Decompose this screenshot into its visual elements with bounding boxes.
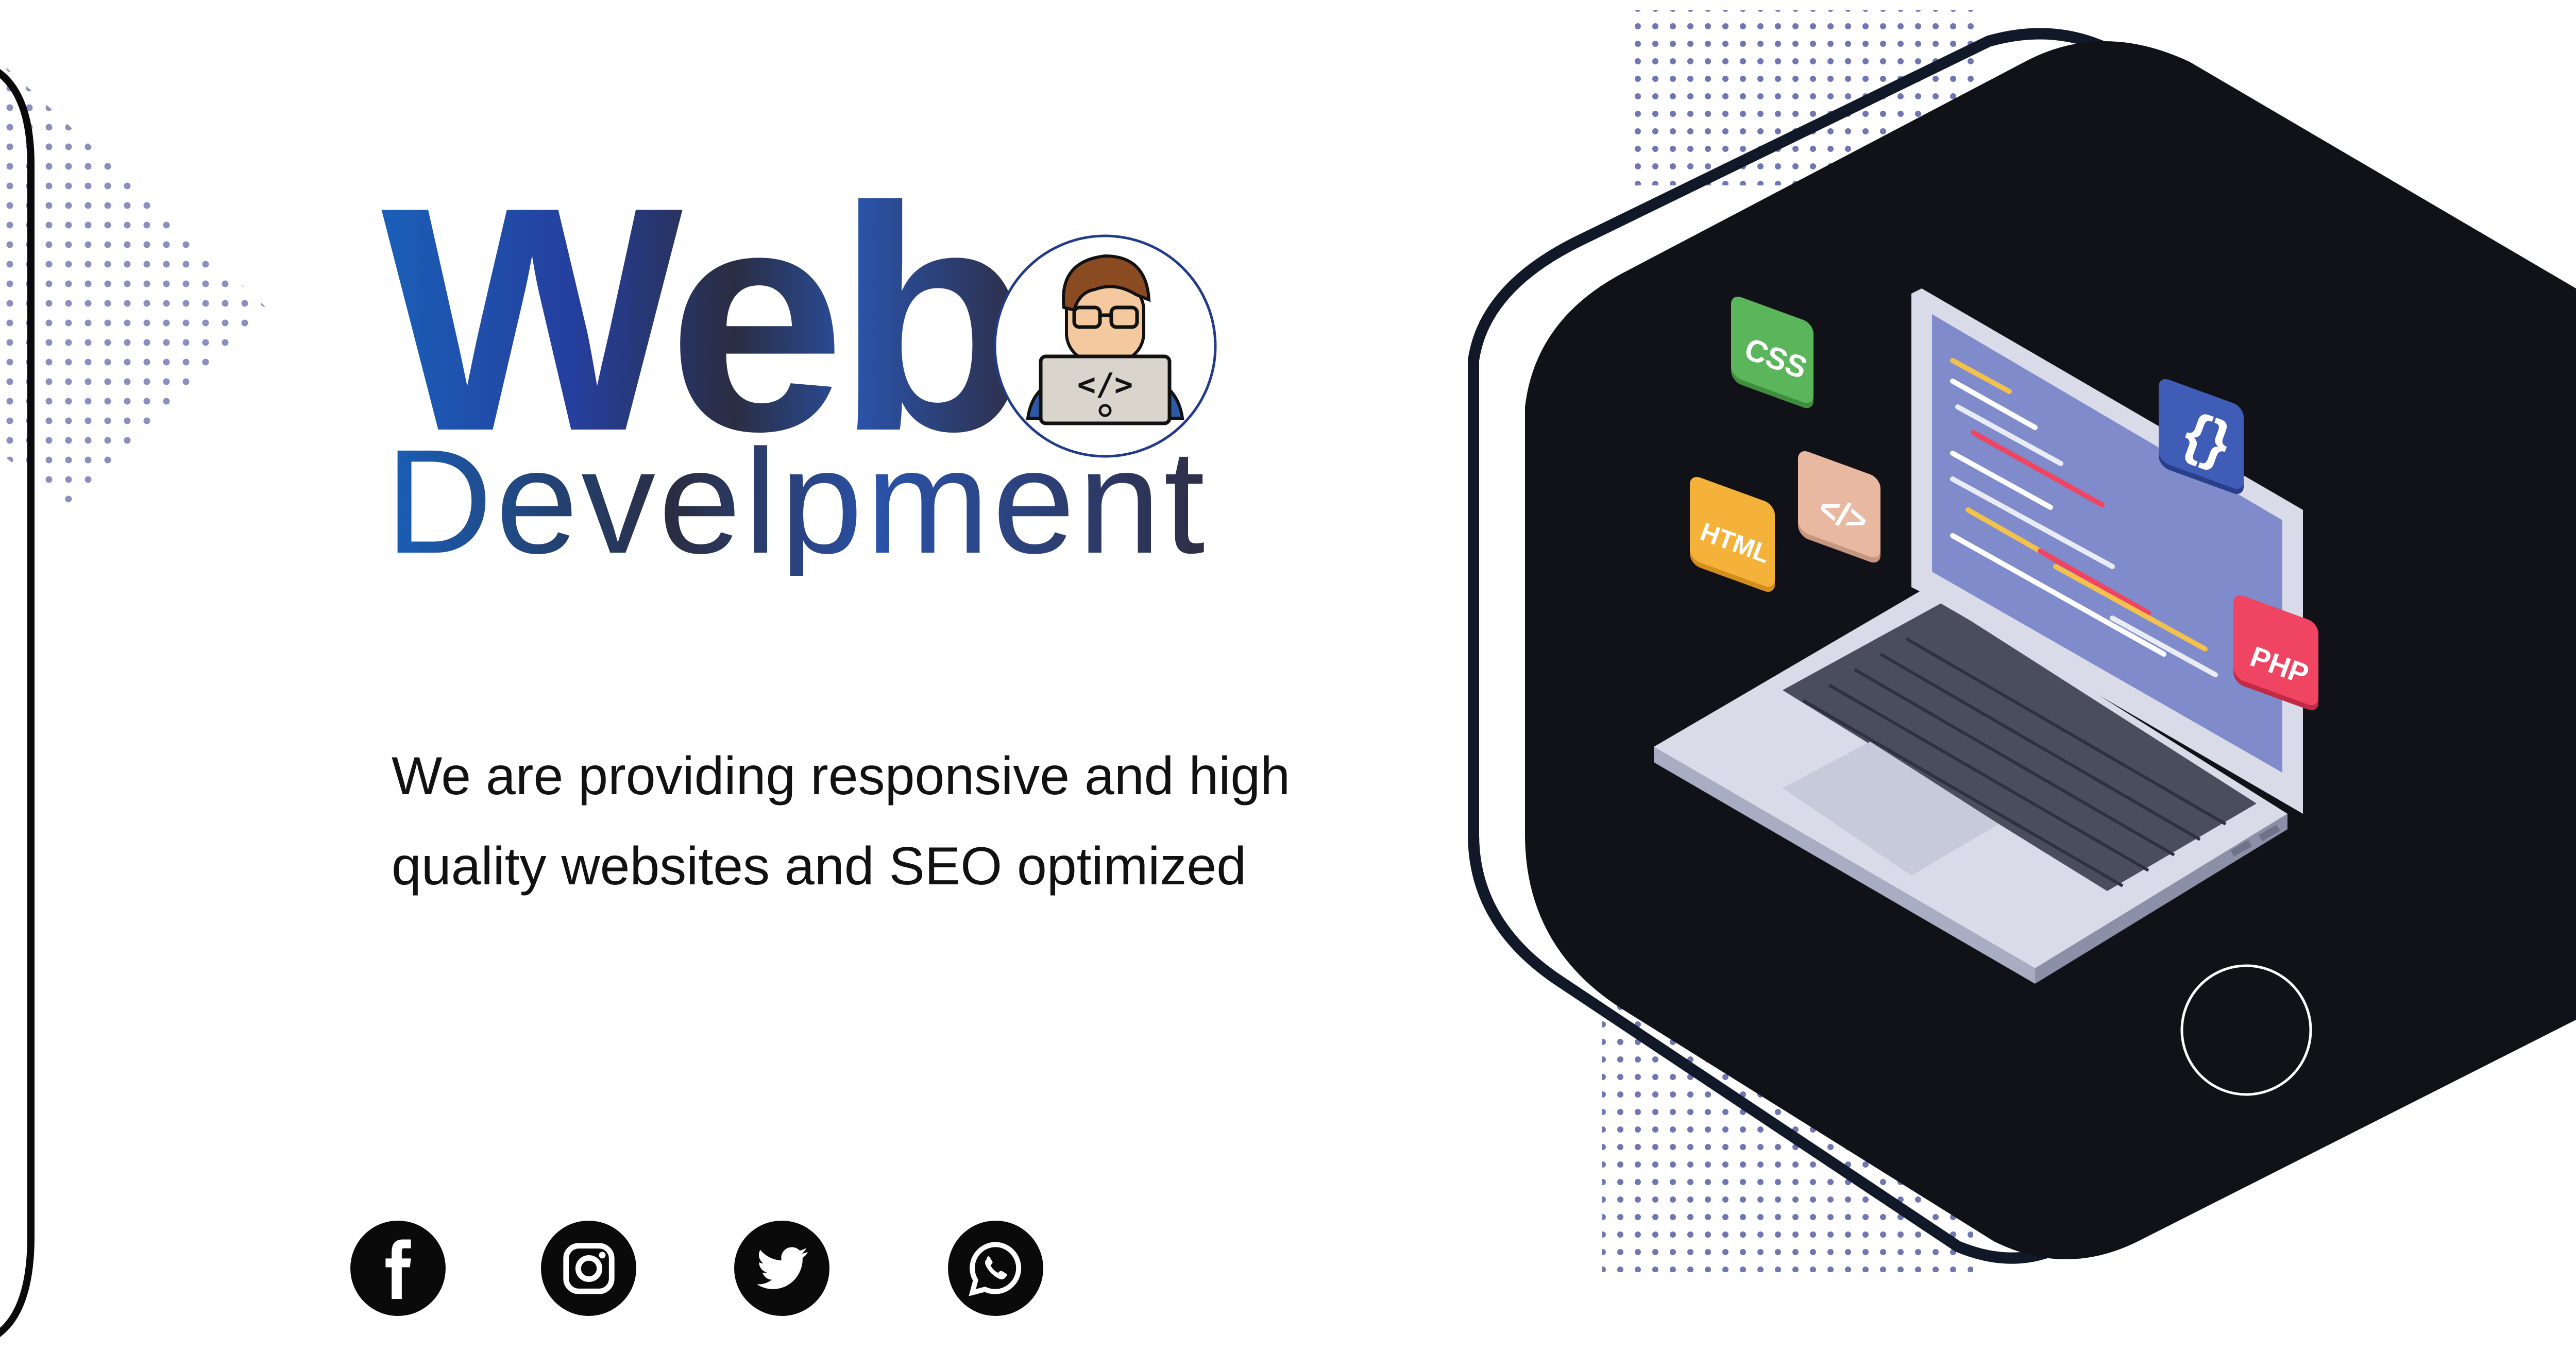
whatsapp-icon bbox=[968, 1241, 1021, 1296]
facebook-icon bbox=[385, 1239, 411, 1299]
social-links bbox=[350, 1221, 1046, 1324]
dot-pattern-left bbox=[0, 62, 268, 505]
hero-subtitle: Develpment bbox=[385, 419, 1208, 585]
svg-text:</>: </> bbox=[1077, 367, 1133, 403]
whatsapp-link[interactable] bbox=[948, 1221, 1043, 1316]
hero-tagline: We are providing responsive and high qua… bbox=[392, 746, 1291, 896]
instagram-link[interactable] bbox=[541, 1221, 636, 1316]
twitter-link[interactable] bbox=[734, 1221, 829, 1316]
twitter-icon bbox=[756, 1247, 808, 1289]
instagram-icon bbox=[563, 1242, 615, 1294]
facebook-link[interactable] bbox=[350, 1221, 446, 1316]
